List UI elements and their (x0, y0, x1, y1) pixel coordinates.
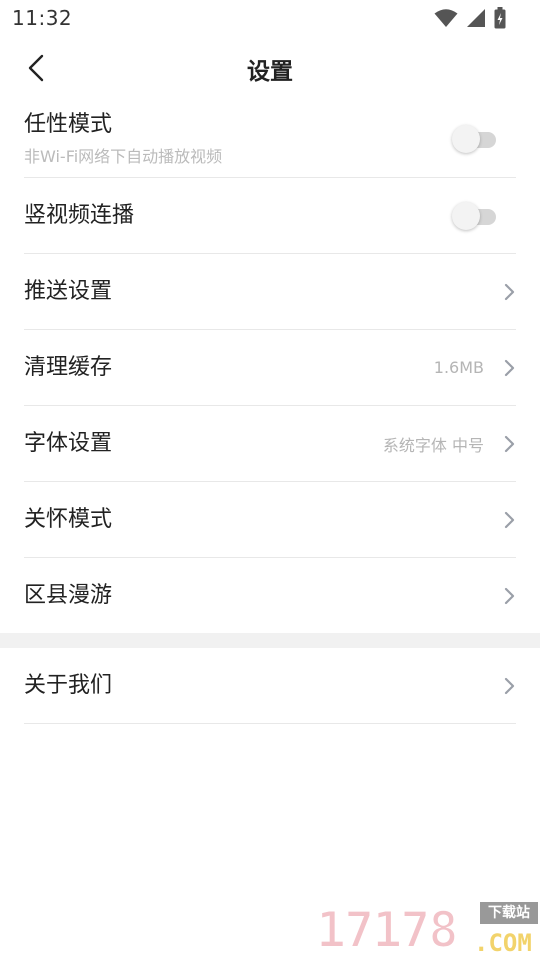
setting-row-vertical-autoplay: 竖视频连播 (24, 178, 516, 254)
setting-label: 关于我们 (24, 672, 113, 698)
chevron-right-icon (504, 587, 515, 604)
setting-label: 关怀模式 (24, 506, 113, 532)
watermark-suffix: .COM (474, 929, 532, 957)
nav-bar: 设置 (0, 40, 540, 98)
setting-label: 推送设置 (24, 278, 113, 304)
setting-row-font[interactable]: 字体设置 系统字体 中号 (24, 406, 516, 482)
chevron-right-icon (504, 435, 515, 452)
toggle-knob (452, 201, 480, 230)
font-setting-value: 系统字体 中号 (382, 435, 484, 455)
vertical-autoplay-toggle[interactable] (452, 201, 498, 230)
page-title: 设置 (247, 59, 293, 85)
setting-row-clear-cache[interactable]: 清理缓存 1.6MB (24, 330, 516, 406)
settings-list: 任性模式 非Wi-Fi网络下自动播放视频 竖视频连播 推送设置 清理缓存 1.6… (0, 100, 540, 634)
setting-description: 非Wi-Fi网络下自动播放视频 (24, 146, 223, 166)
chevron-right-icon (504, 511, 515, 528)
watermark-digits: 17178 (315, 901, 460, 959)
setting-label: 清理缓存 (24, 354, 113, 380)
setting-row-county-roam[interactable]: 区县漫游 (24, 558, 516, 634)
setting-label: 区县漫游 (24, 582, 113, 608)
status-icons (434, 7, 506, 29)
wifi-icon (434, 9, 458, 27)
chevron-right-icon (504, 677, 515, 694)
status-time: 11:32 (12, 6, 73, 30)
about-list: 关于我们 (0, 648, 540, 724)
back-button[interactable] (18, 50, 54, 86)
cache-size-value: 1.6MB (433, 358, 484, 377)
wayward-mode-toggle[interactable] (452, 124, 498, 153)
cell-signal-icon (467, 9, 485, 27)
setting-label: 字体设置 (24, 430, 113, 456)
section-divider (0, 633, 540, 648)
setting-row-wayward-mode: 任性模式 非Wi-Fi网络下自动播放视频 (24, 100, 516, 178)
chevron-right-icon (504, 283, 515, 300)
setting-row-about-us[interactable]: 关于我们 (24, 648, 516, 724)
setting-label: 任性模式 (24, 111, 113, 137)
setting-row-push[interactable]: 推送设置 (24, 254, 516, 330)
setting-row-care-mode[interactable]: 关怀模式 (24, 482, 516, 558)
setting-label: 竖视频连播 (24, 202, 135, 228)
watermark-badge: 下载站 (480, 902, 538, 924)
status-bar: 11:32 (0, 0, 540, 36)
chevron-right-icon (504, 359, 515, 376)
toggle-knob (452, 124, 480, 153)
chevron-left-icon (28, 54, 44, 82)
site-watermark: 17178 下载站 .COM (315, 898, 540, 960)
battery-charging-icon (494, 7, 506, 29)
